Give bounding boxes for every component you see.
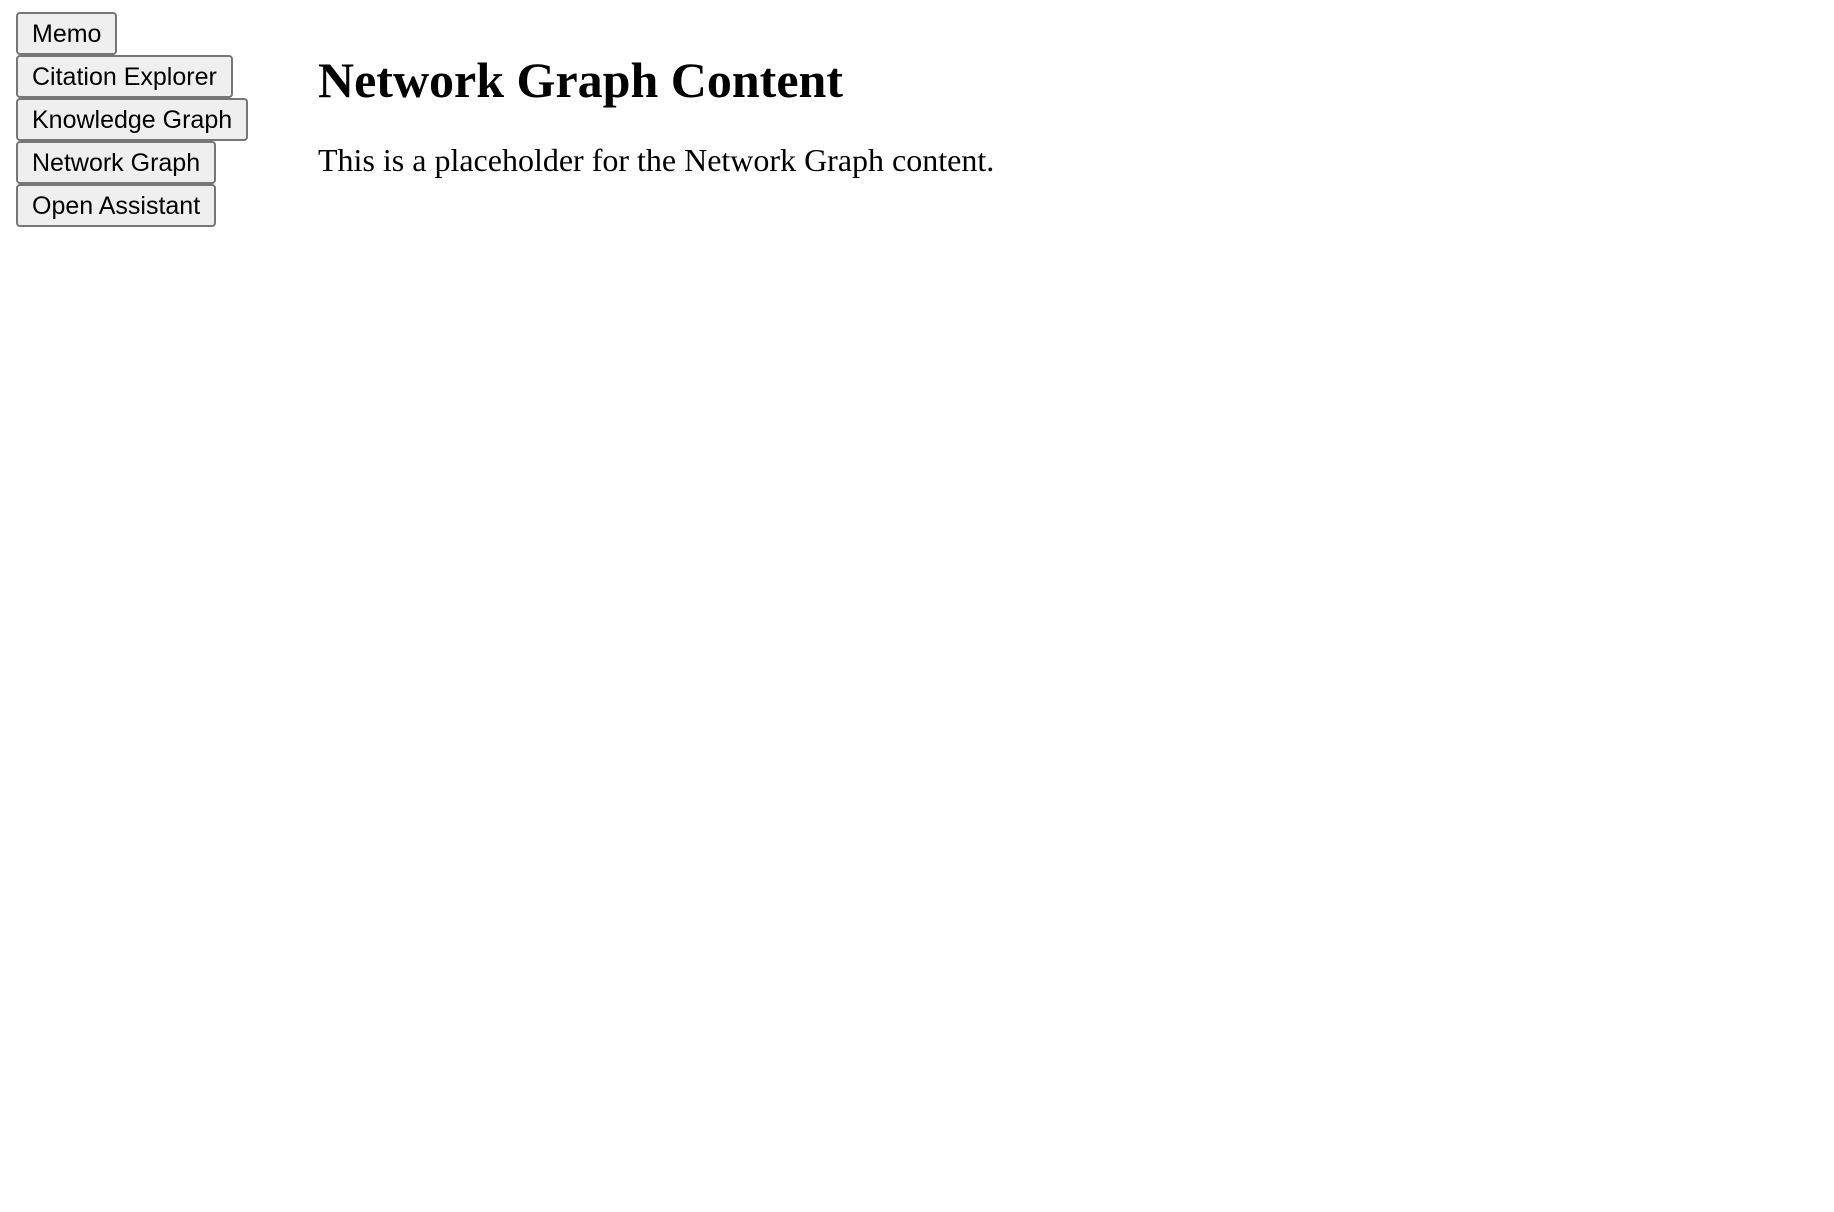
open-assistant-button[interactable]: Open Assistant bbox=[16, 184, 217, 227]
page-title: Network Graph Content bbox=[318, 52, 843, 108]
page-description: This is a placeholder for the Network Gr… bbox=[318, 142, 995, 178]
main-content: Network Graph Content This is a placehol… bbox=[318, 40, 1798, 180]
memo-button[interactable]: Memo bbox=[16, 12, 118, 55]
sidebar-nav: Memo Citation Explorer Knowledge Graph N… bbox=[16, 12, 249, 227]
network-graph-button[interactable]: Network Graph bbox=[16, 141, 217, 184]
citation-explorer-button[interactable]: Citation Explorer bbox=[16, 55, 233, 98]
knowledge-graph-button[interactable]: Knowledge Graph bbox=[16, 98, 249, 141]
